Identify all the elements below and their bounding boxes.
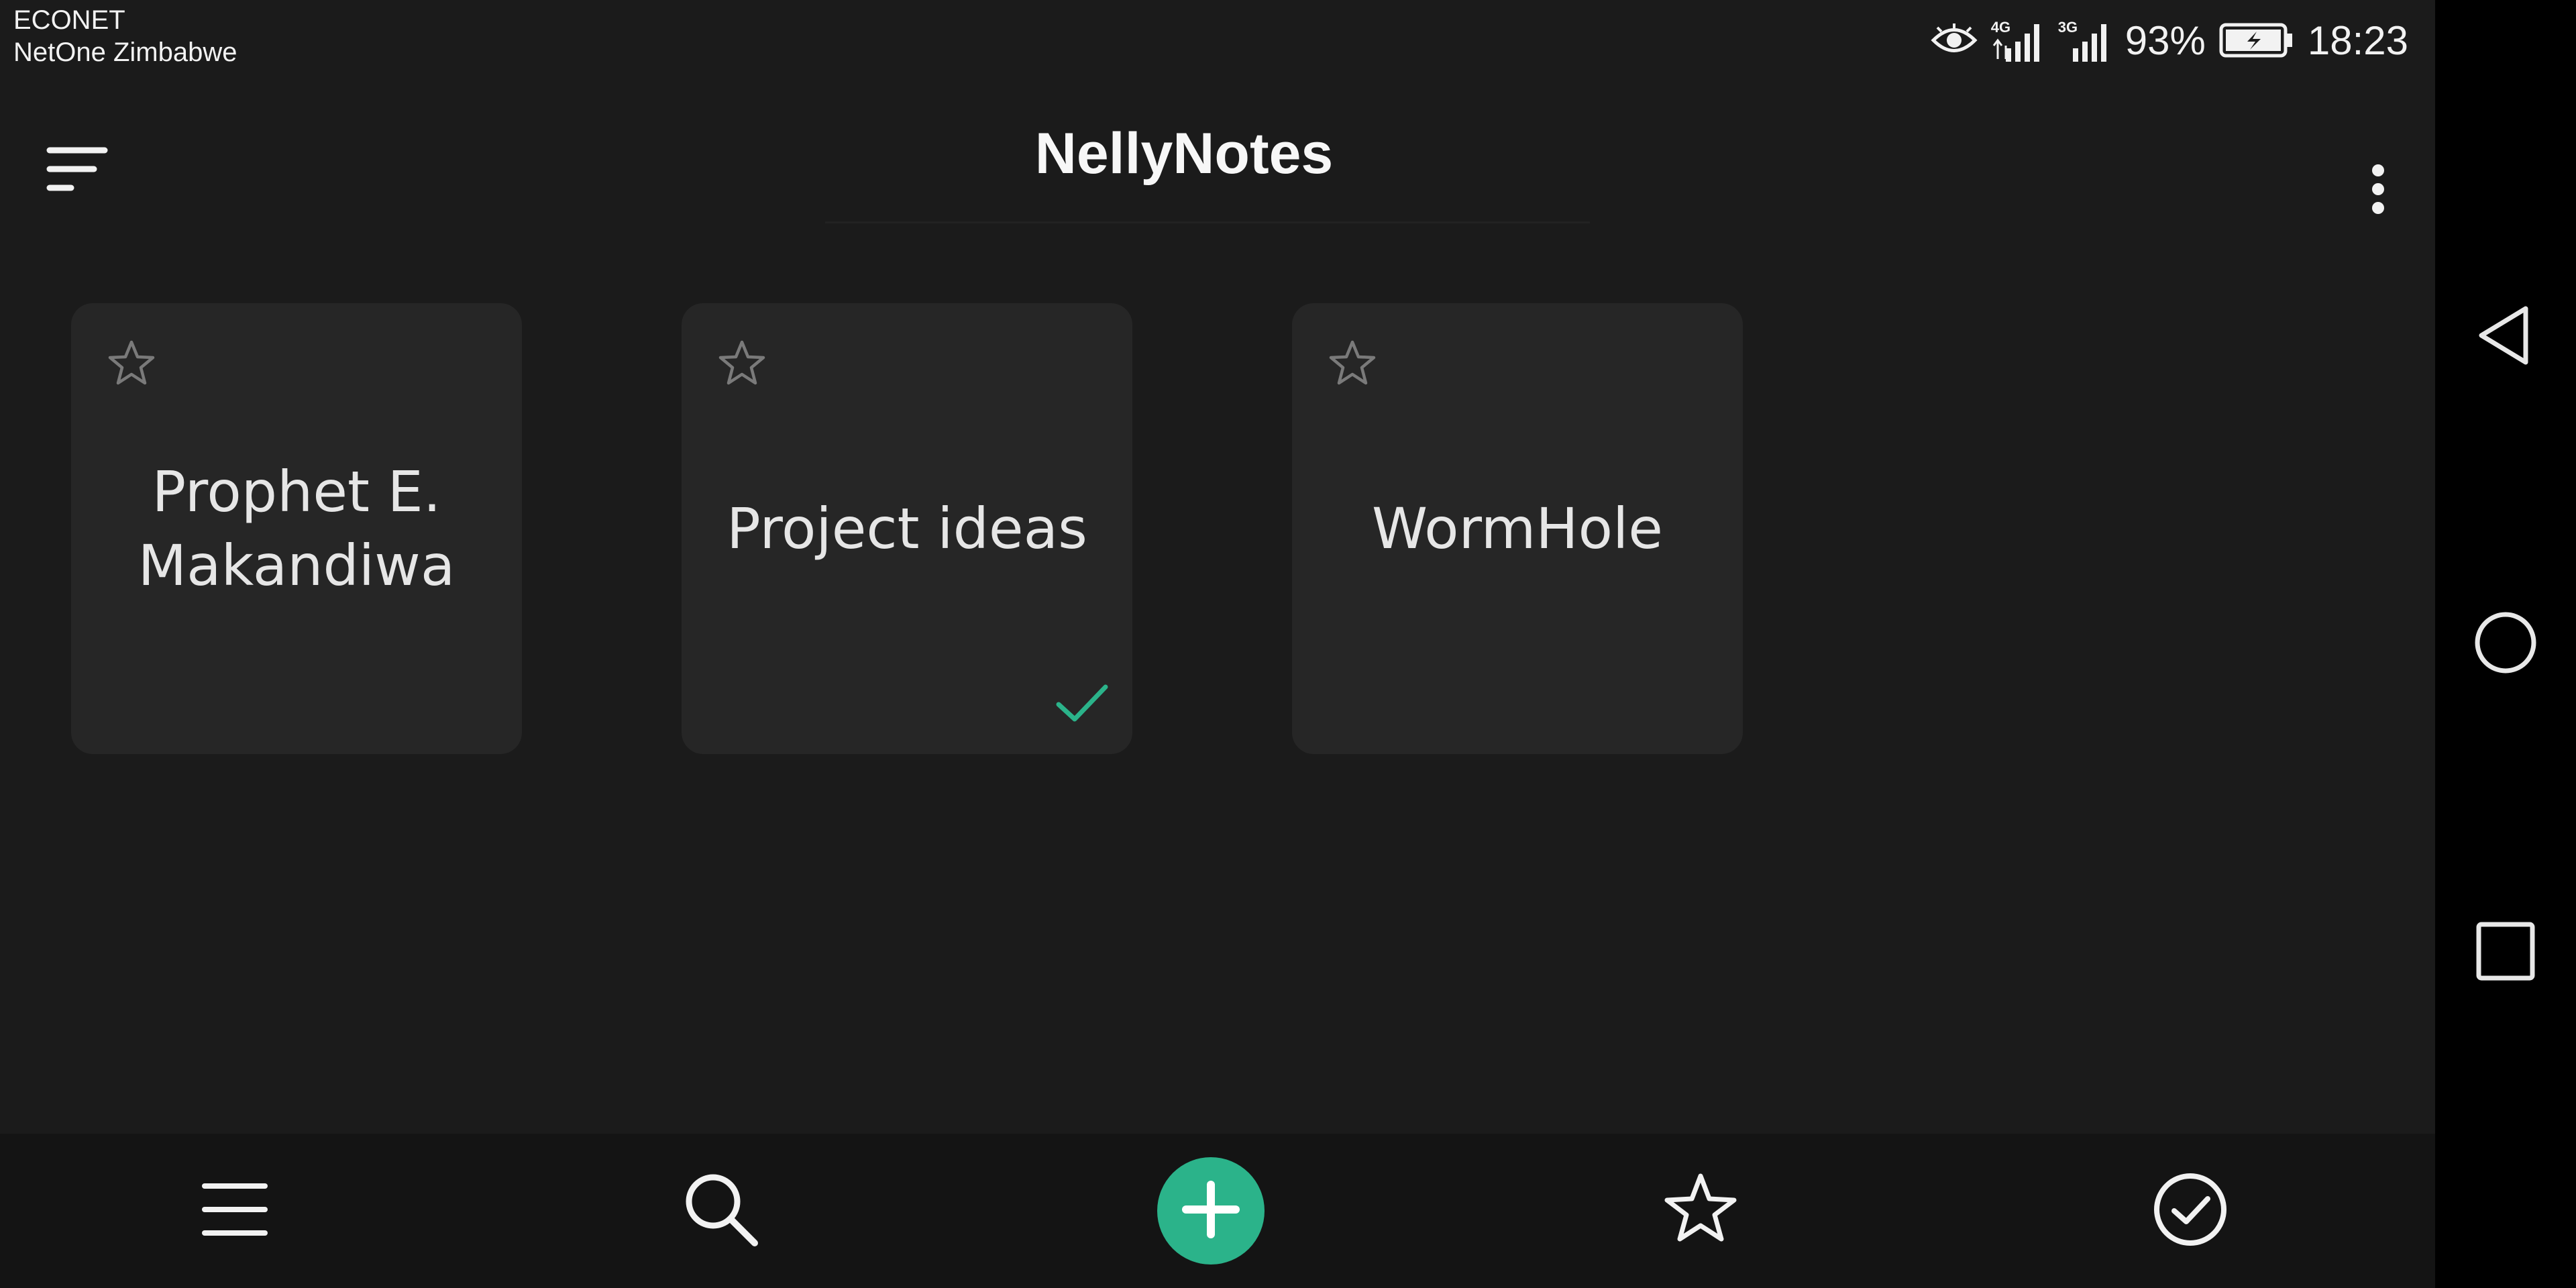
add-icon: [1181, 1179, 1241, 1242]
note-title: Project ideas: [727, 496, 1087, 561]
note-card[interactable]: Project ideas: [682, 303, 1132, 754]
status-indicators: 4G 3G 93% 18:23: [1931, 12, 2408, 68]
recents-icon: [2472, 918, 2539, 987]
status-bar: ECONET NetOne Zimbabwe 4G 3G 93% 18:23: [0, 0, 2435, 80]
bottom-navigation: [0, 1134, 2435, 1288]
note-card[interactable]: Prophet E. Makandiwa: [71, 303, 522, 754]
system-navigation-bar: [2435, 0, 2576, 1288]
clock: 18:23: [2307, 17, 2408, 63]
note-card[interactable]: WormHole: [1292, 303, 1743, 754]
network-type-1: 4G: [1990, 19, 2011, 36]
note-title: WormHole: [1372, 496, 1663, 561]
carrier-secondary: NetOne Zimbabwe: [13, 38, 237, 67]
title-divider: [825, 221, 1590, 223]
completed-button[interactable]: [2123, 1134, 2257, 1288]
signal-icon: 4G: [1991, 19, 2045, 62]
battery-percentage: 93%: [2125, 17, 2206, 63]
check-icon: [1049, 671, 1114, 735]
menu-button[interactable]: [168, 1134, 302, 1288]
back-button[interactable]: [2465, 297, 2546, 377]
add-note-button[interactable]: [1144, 1134, 1278, 1288]
favorites-button[interactable]: [1633, 1134, 1768, 1288]
app-title: NellyNotes: [1034, 121, 1334, 186]
more-vertical-icon[interactable]: [2348, 127, 2408, 215]
eye-icon: [1931, 23, 1978, 57]
app-screen: ECONET NetOne Zimbabwe 4G 3G 93% 18:23 N…: [0, 0, 2435, 1288]
add-fab[interactable]: [1157, 1157, 1265, 1265]
search-icon: [681, 1169, 761, 1252]
network-type-2: 3G: [2057, 19, 2078, 36]
menu-icon: [198, 1173, 272, 1249]
search-button[interactable]: [654, 1134, 788, 1288]
check-circle-icon: [2150, 1169, 2231, 1252]
battery-charging-icon: [2219, 21, 2294, 59]
home-button[interactable]: [2465, 604, 2546, 684]
carrier-primary: ECONET: [13, 5, 125, 35]
note-title: Prophet E. Makandiwa: [138, 459, 455, 598]
signal-icon: 3G: [2058, 19, 2112, 62]
back-icon: [2472, 302, 2539, 372]
app-bar: NellyNotes: [0, 80, 2435, 228]
star-icon: [1660, 1169, 1741, 1252]
recents-button[interactable]: [2465, 912, 2546, 993]
home-icon: [2472, 609, 2539, 679]
